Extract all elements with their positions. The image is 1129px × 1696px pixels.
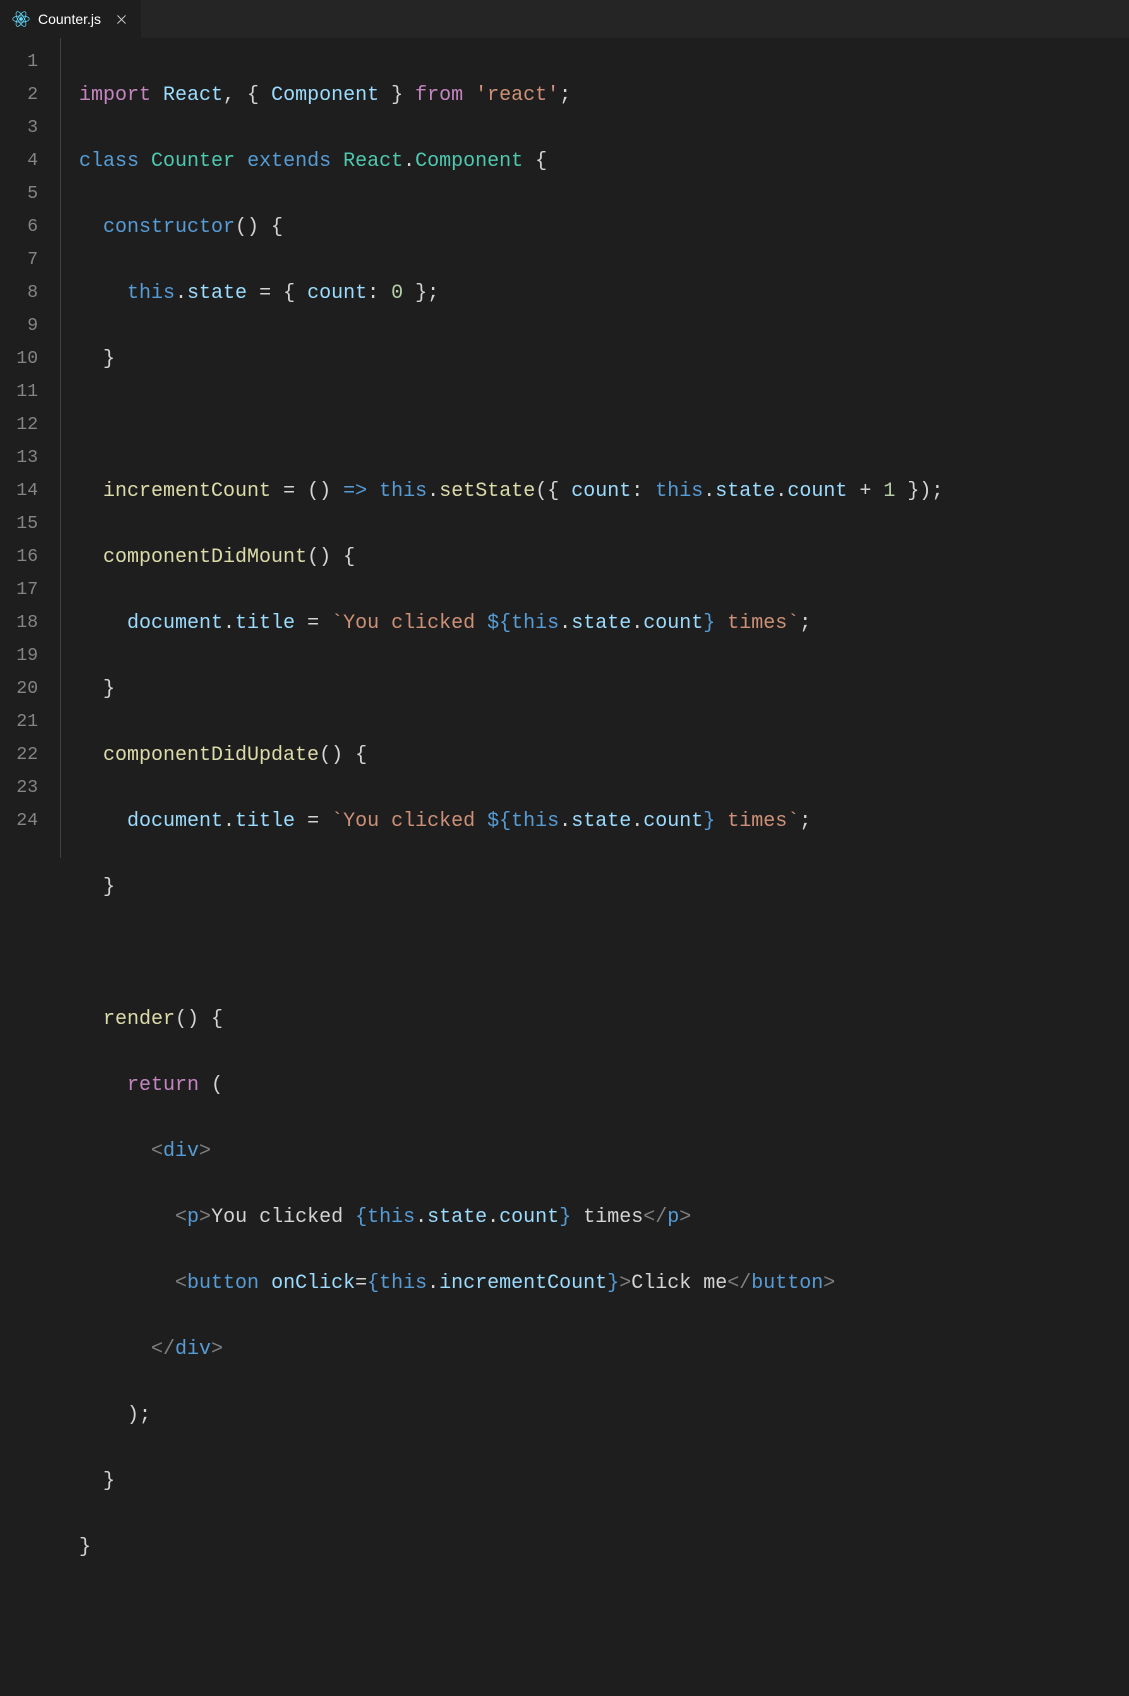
line-number: 16	[0, 541, 60, 574]
code-line[interactable]: <button onClick={this.incrementCount}>Cl…	[79, 1267, 943, 1300]
line-number: 10	[0, 343, 60, 376]
code-line[interactable]: <p>You clicked {this.state.count} times<…	[79, 1201, 943, 1234]
code-line[interactable]: }	[79, 1531, 943, 1564]
code-line[interactable]: </div>	[79, 1333, 943, 1366]
code-line[interactable]: }	[79, 343, 943, 376]
line-number: 18	[0, 607, 60, 640]
line-number: 1	[0, 46, 60, 79]
code-line[interactable]: componentDidMount() {	[79, 541, 943, 574]
line-number: 11	[0, 376, 60, 409]
line-number: 15	[0, 508, 60, 541]
line-number: 23	[0, 772, 60, 805]
tab-counter-js[interactable]: Counter.js	[0, 0, 141, 38]
line-number: 22	[0, 739, 60, 772]
code-line[interactable]: }	[79, 871, 943, 904]
line-number: 2	[0, 79, 60, 112]
code-line[interactable]: document.title = `You clicked ${this.sta…	[79, 607, 943, 640]
code-line[interactable]: document.title = `You clicked ${this.sta…	[79, 805, 943, 838]
code-line[interactable]: return (	[79, 1069, 943, 1102]
close-icon[interactable]	[113, 11, 129, 27]
code-line[interactable]: import React, { Component } from 'react'…	[79, 79, 943, 112]
code-line[interactable]: }	[79, 673, 943, 706]
code-line[interactable]: }	[79, 1465, 943, 1498]
line-number: 20	[0, 673, 60, 706]
code-line[interactable]: componentDidUpdate() {	[79, 739, 943, 772]
code-area[interactable]: import React, { Component } from 'react'…	[60, 38, 943, 858]
tab-filename: Counter.js	[38, 11, 101, 27]
line-number-gutter: 1 2 3 4 5 6 7 8 9 10 11 12 13 14 15 16 1…	[0, 38, 60, 858]
line-number: 9	[0, 310, 60, 343]
code-line[interactable]: incrementCount = () => this.setState({ c…	[79, 475, 943, 508]
line-number: 21	[0, 706, 60, 739]
code-line[interactable]: render() {	[79, 1003, 943, 1036]
tab-bar: Counter.js	[0, 0, 1129, 38]
react-icon	[12, 10, 30, 28]
code-editor[interactable]: 1 2 3 4 5 6 7 8 9 10 11 12 13 14 15 16 1…	[0, 38, 1129, 858]
code-line[interactable]: );	[79, 1399, 943, 1432]
code-line[interactable]	[79, 1597, 943, 1630]
line-number: 5	[0, 178, 60, 211]
line-number: 6	[0, 211, 60, 244]
code-line[interactable]: constructor() {	[79, 211, 943, 244]
line-number: 8	[0, 277, 60, 310]
line-number: 3	[0, 112, 60, 145]
line-number: 12	[0, 409, 60, 442]
line-number: 4	[0, 145, 60, 178]
line-number: 24	[0, 805, 60, 838]
code-line[interactable]: this.state = { count: 0 };	[79, 277, 943, 310]
code-line[interactable]: <div>	[79, 1135, 943, 1168]
code-line[interactable]	[79, 937, 943, 970]
line-number: 17	[0, 574, 60, 607]
line-number: 14	[0, 475, 60, 508]
code-line[interactable]	[79, 409, 943, 442]
line-number: 7	[0, 244, 60, 277]
code-line[interactable]: class Counter extends React.Component {	[79, 145, 943, 178]
line-number: 13	[0, 442, 60, 475]
line-number: 19	[0, 640, 60, 673]
